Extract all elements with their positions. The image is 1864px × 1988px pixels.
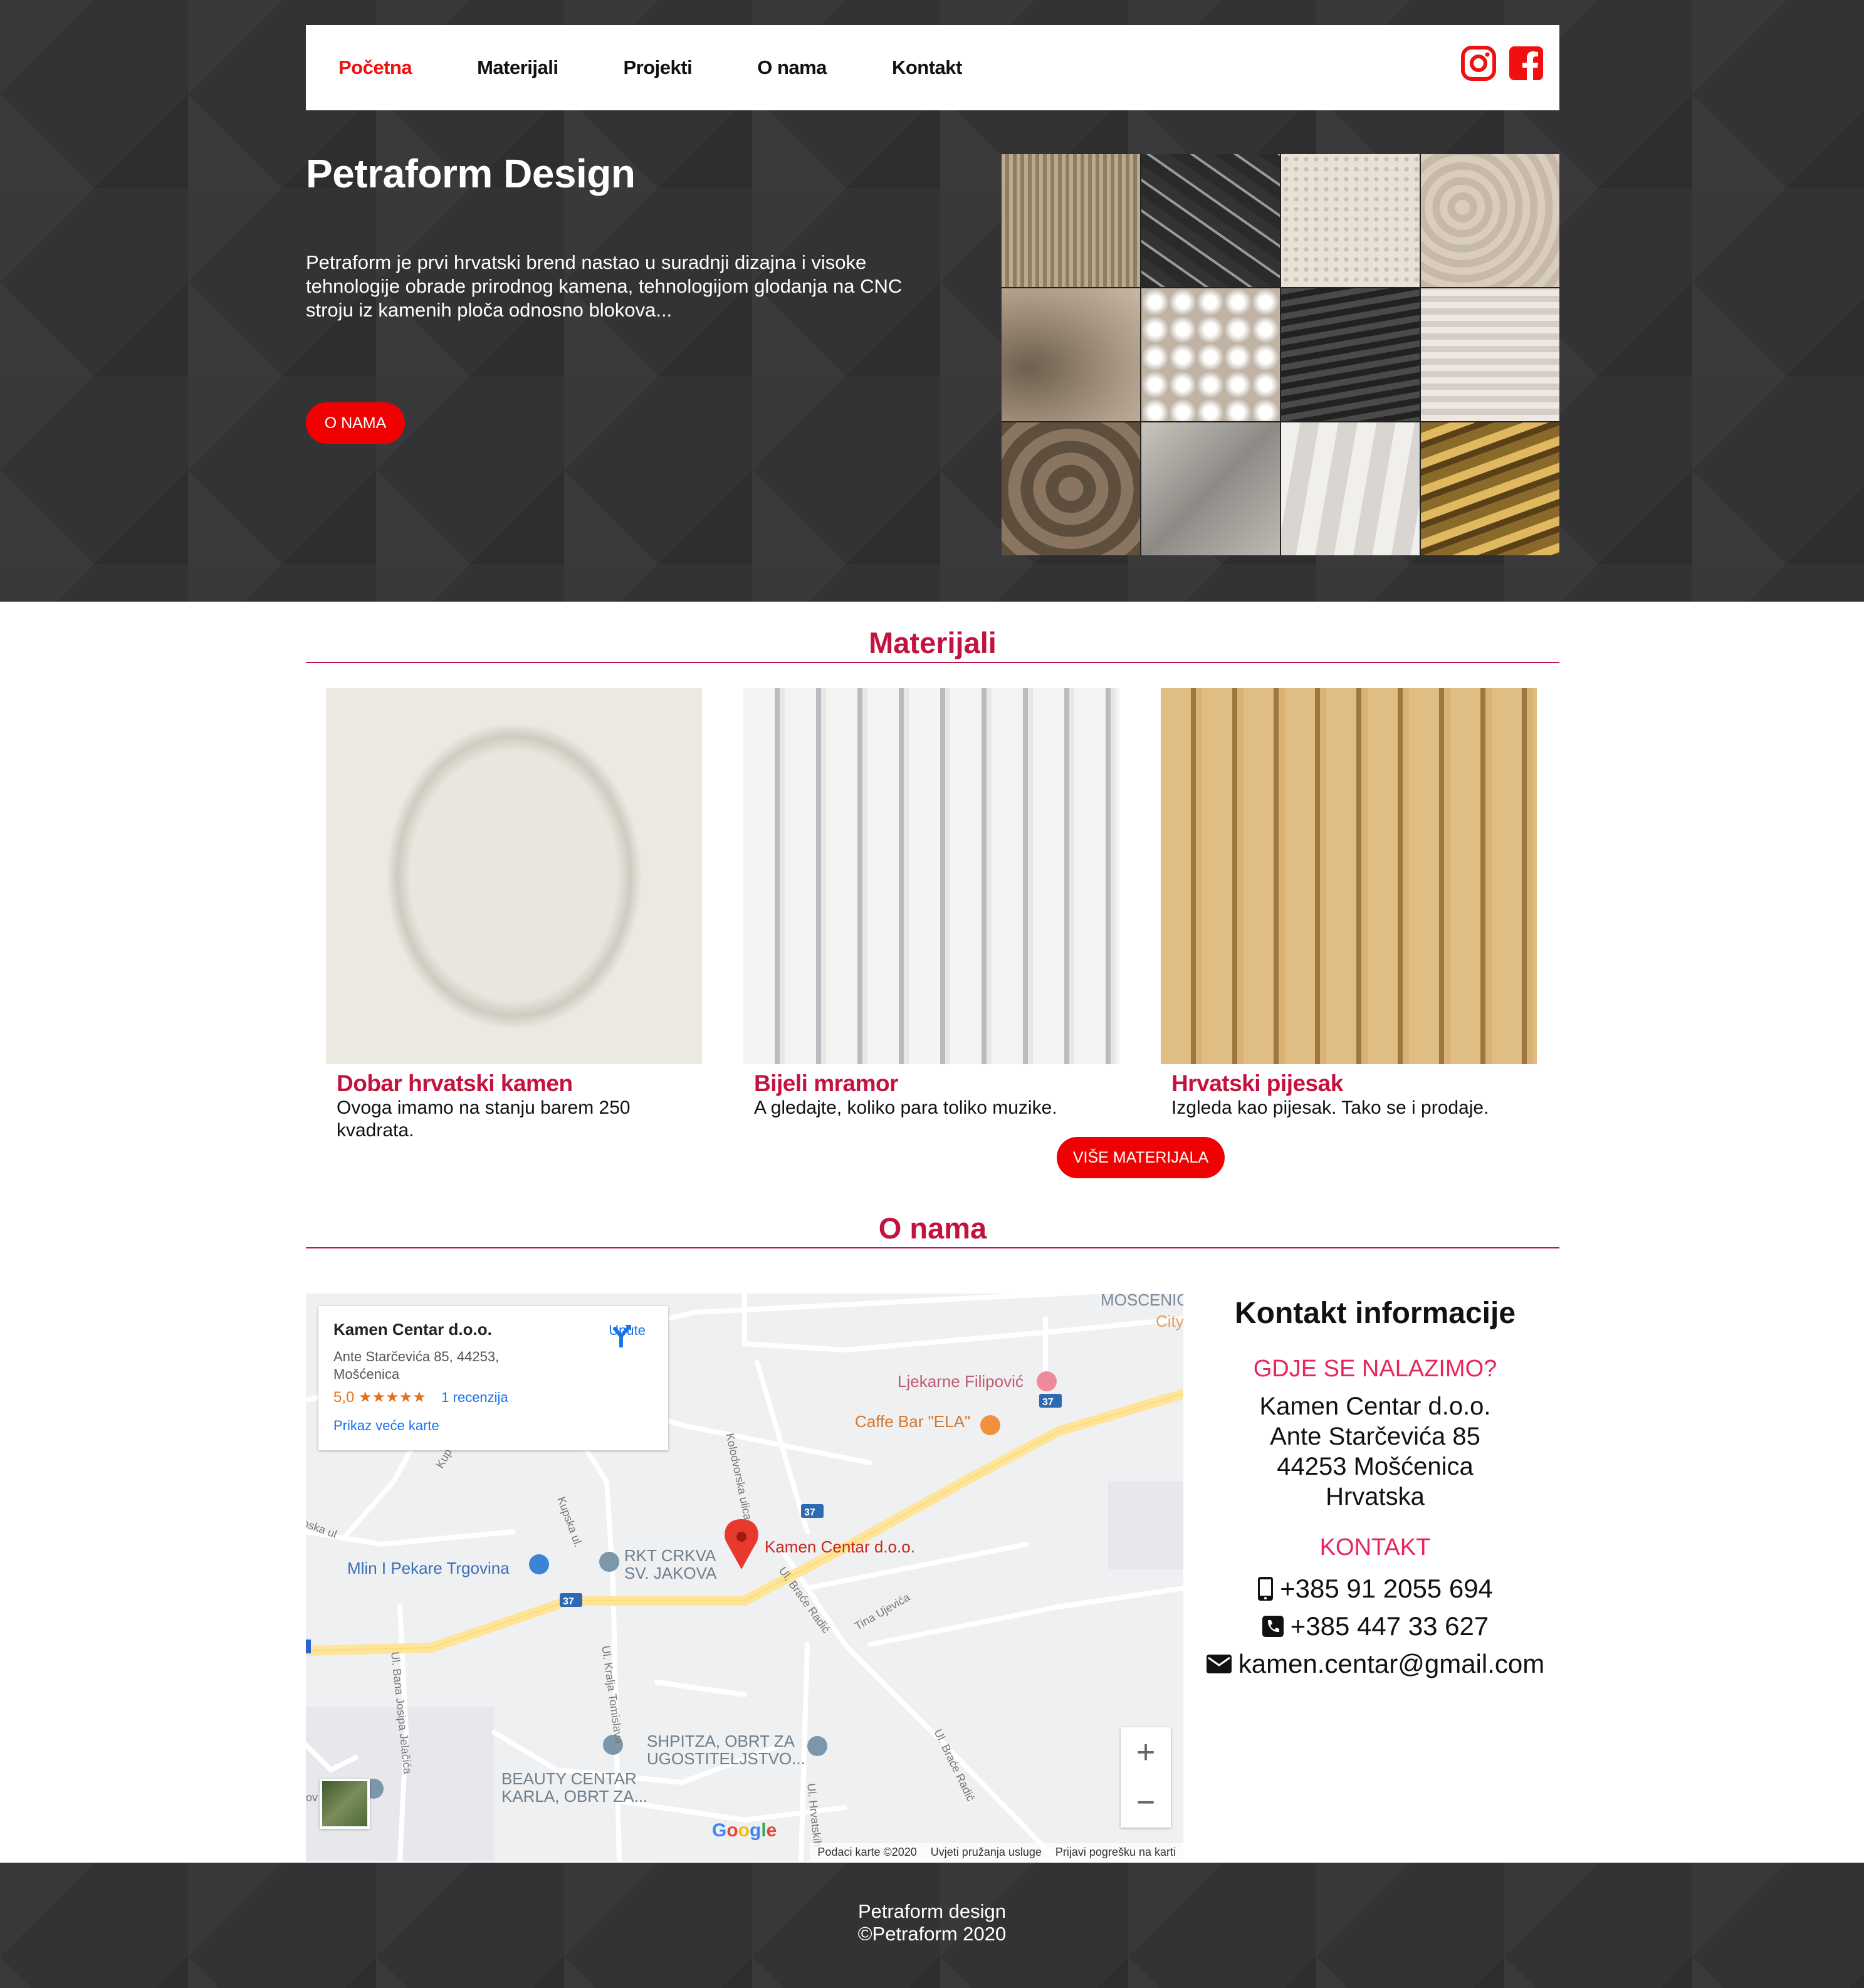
material-image[interactable] [326, 688, 702, 1064]
mosaic-tile [1421, 422, 1559, 555]
road-number: 37 [804, 1507, 815, 1518]
facebook-icon[interactable] [1508, 45, 1544, 81]
map-label: Mlin I Pekare Trgovina [347, 1559, 510, 1577]
mobile-phone-icon [1258, 1577, 1274, 1601]
rating-stars: 5,0 ★★★★★ [333, 1389, 426, 1406]
mosaic-tile [1141, 422, 1280, 555]
map-label: Caffe Bar "ELA" [855, 1412, 971, 1431]
o-nama-button[interactable]: O NAMA [306, 402, 405, 444]
nav-bar: Početna Materijali Projekti O nama Konta… [306, 25, 1559, 110]
directions-button[interactable]: Upute [609, 1322, 646, 1347]
map-footer: Podaci karte ©2020 Uvjeti pružanja uslug… [810, 1843, 1183, 1861]
o-nama-heading: O nama [878, 1211, 987, 1245]
material-card[interactable]: Dobar hrvatski kamen Ovoga imamo na stan… [326, 688, 702, 1142]
mosaic-tile [1421, 288, 1559, 421]
material-description: A gledajte, koliko para toliko muzike. [754, 1097, 1057, 1118]
place-name: Kamen Centar d.o.o. [333, 1320, 492, 1339]
directions-icon [613, 1325, 632, 1347]
mosaic-tile [1141, 154, 1280, 287]
hero-section: Početna Materijali Projekti O nama Konta… [0, 0, 1864, 602]
mosaic-tile [1421, 154, 1559, 287]
address-line: Kamen Centar d.o.o. [1259, 1393, 1491, 1420]
footer-brand: Petraform design [857, 1900, 1007, 1922]
nav-item-projekti[interactable]: Projekti [624, 56, 693, 79]
mosaic-tile [1002, 422, 1140, 555]
instagram-icon[interactable] [1460, 45, 1497, 81]
address-line: Hrvatska [1326, 1483, 1425, 1510]
phone-icon [1262, 1616, 1284, 1637]
map-label: RKT CRKVA SV. JAKOVA [624, 1546, 717, 1583]
mosaic-tile [1281, 422, 1420, 555]
zoom-out-button[interactable]: − [1136, 1784, 1155, 1821]
material-title[interactable]: Dobar hrvatski kamen [326, 1070, 702, 1097]
mosaic-tile [1281, 154, 1420, 287]
nav-item-kontakt[interactable]: Kontakt [892, 56, 962, 79]
material-image[interactable] [1161, 688, 1537, 1064]
zoom-in-button[interactable]: + [1136, 1734, 1155, 1771]
material-card[interactable]: Bijeli mramor A gledajte, koliko para to… [743, 688, 1119, 1119]
footer: Petraform design ©Petraform 2020 [0, 1863, 1864, 1988]
contact-info: Kontakt informacije GDJE SE NALAZIMO? Ka… [1191, 1294, 1559, 1683]
material-card[interactable]: Hrvatski pijesak Izgleda kao pijesak. Ta… [1161, 688, 1537, 1119]
larger-map-link[interactable]: Prikaz veće karte [333, 1418, 653, 1434]
envelope-icon [1206, 1655, 1232, 1673]
stone-mosaic-image [1002, 154, 1559, 555]
hero-title: Petraform Design [306, 151, 636, 196]
social-links [1460, 45, 1544, 81]
map-data-credit: Podaci karte ©2020 [817, 1846, 917, 1858]
material-title[interactable]: Bijeli mramor [743, 1070, 1119, 1097]
google-map[interactable]: MOSCENIC City Ljekarne Filipović Caffe B… [306, 1294, 1183, 1861]
road-number: 37 [563, 1596, 574, 1607]
place-rating: 5,0 ★★★★★ 1 recenzija [333, 1388, 653, 1406]
material-title[interactable]: Hrvatski pijesak [1161, 1070, 1537, 1097]
mobile-number[interactable]: +385 91 2055 694 [1280, 1574, 1493, 1604]
mobile-row[interactable]: +385 91 2055 694 [1191, 1570, 1559, 1608]
contact-title: Kontakt informacije [1234, 1297, 1516, 1330]
material-description: Ovoga imamo na stanju barem 250 kvadrata… [337, 1097, 631, 1141]
map-label: Kamen Centar d.o.o. [765, 1537, 915, 1556]
mosaic-tile [1002, 154, 1140, 287]
material-description: Izgleda kao pijesak. Tako se i prodaje. [1171, 1097, 1489, 1118]
phone-number[interactable]: +385 447 33 627 [1291, 1611, 1489, 1641]
vise-materijala-button[interactable]: VIŠE MATERIJALA [1057, 1137, 1225, 1178]
mosaic-tile [1002, 288, 1140, 421]
hero-description: Petraform je prvi hrvatski brend nastao … [306, 251, 903, 321]
materijali-divider [306, 662, 1559, 663]
location-label: GDJE SE NALAZIMO? [1253, 1356, 1497, 1382]
map-label: ov [306, 1791, 318, 1804]
address-line: 44253 Mošćenica [1277, 1453, 1474, 1480]
materijali-heading: Materijali [869, 626, 997, 659]
zoom-controls: + − [1121, 1727, 1171, 1828]
footer-copyright: ©Petraform 2020 [857, 1923, 1007, 1945]
road-number: 37 [1042, 1397, 1054, 1408]
email-address[interactable]: kamen.centar@gmail.com [1238, 1649, 1544, 1679]
nav-item-pocetna[interactable]: Početna [338, 56, 412, 79]
material-image[interactable] [743, 688, 1119, 1064]
map-label: Ljekarne Filipović [898, 1372, 1024, 1391]
nav-item-o-nama[interactable]: O nama [757, 56, 827, 79]
google-logo: Google [712, 1820, 777, 1841]
o-nama-divider [306, 1247, 1559, 1248]
contact-label: KONTAKT [1319, 1534, 1431, 1561]
map-label: BEAUTY CENTAR KARLA, OBRT ZA... [501, 1769, 648, 1806]
footer-text: Petraform design ©Petraform 2020 [0, 1900, 1864, 1945]
map-label: City [1156, 1312, 1183, 1331]
map-label: MOSCENIC [1101, 1294, 1183, 1309]
mosaic-tile [1141, 288, 1280, 421]
report-error-link[interactable]: Prijavi pogrešku na karti [1055, 1846, 1176, 1859]
satellite-toggle[interactable] [320, 1779, 370, 1829]
phone-row[interactable]: +385 447 33 627 [1191, 1608, 1559, 1645]
terms-link[interactable]: Uvjeti pružanja usluge [931, 1846, 1042, 1859]
mosaic-tile [1281, 288, 1420, 421]
place-info-card: Kamen Centar d.o.o. Ante Starčevića 85, … [318, 1306, 668, 1450]
map-label: SHPITZA, OBRT ZA UGOSTITELJSTVO... [647, 1732, 805, 1768]
reviews-link[interactable]: 1 recenzija [441, 1389, 508, 1405]
place-address: Ante Starčevića 85, 44253, Mošćenica [333, 1349, 500, 1382]
nav-item-materijali[interactable]: Materijali [477, 56, 558, 79]
email-row[interactable]: kamen.centar@gmail.com [1191, 1645, 1559, 1683]
address-line: Ante Starčevića 85 [1270, 1423, 1480, 1450]
